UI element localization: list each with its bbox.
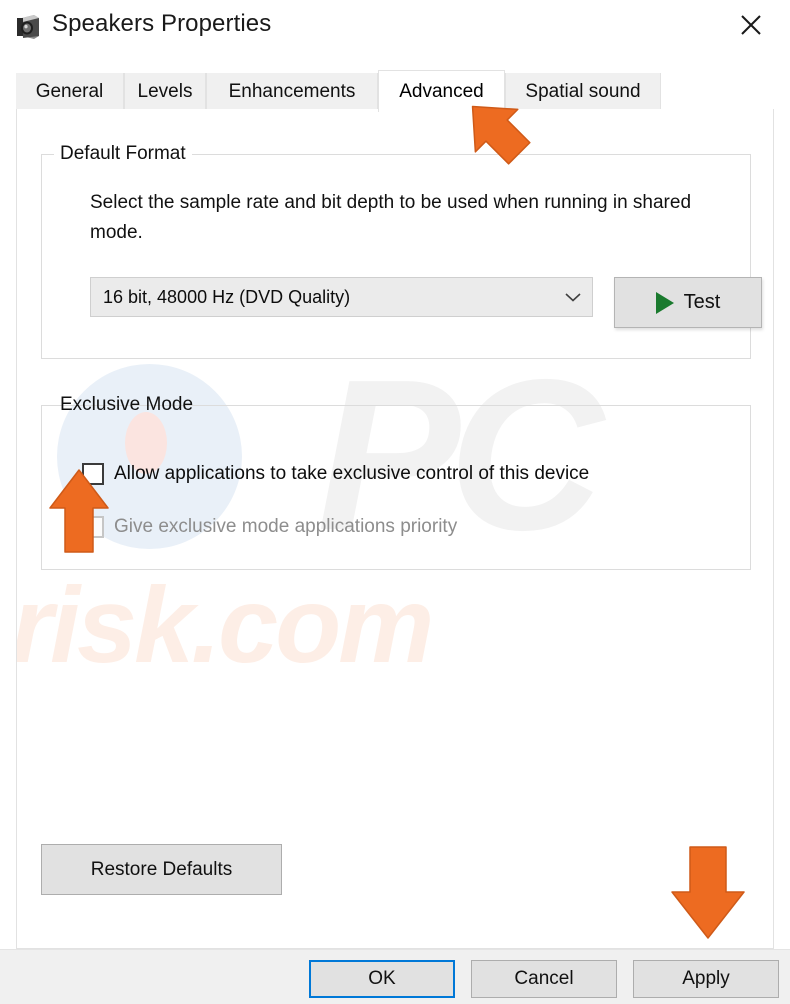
ok-button[interactable]: OK [309, 960, 455, 998]
dialog-footer: OK Cancel Apply [0, 949, 790, 1004]
tab-enhancements[interactable]: Enhancements [206, 73, 378, 110]
test-button[interactable]: Test [614, 277, 762, 328]
restore-defaults-button[interactable]: Restore Defaults [41, 844, 282, 895]
apply-button-label: Apply [682, 968, 730, 989]
play-icon [655, 291, 674, 314]
watermark-secondary-text: risk.com [17, 564, 434, 685]
ok-button-label: OK [368, 968, 396, 989]
tab-general-label: General [35, 80, 104, 102]
sample-rate-combobox[interactable]: 16 bit, 48000 Hz (DVD Quality) [90, 277, 593, 317]
chevron-down-icon [554, 291, 592, 303]
tab-enhancements-label: Enhancements [228, 80, 356, 102]
tab-advanced[interactable]: Advanced [378, 70, 505, 112]
tab-general[interactable]: General [16, 73, 124, 110]
speakers-properties-dialog: Speakers Properties General Levels Enhan… [0, 0, 790, 1004]
tab-spatial-sound-label: Spatial sound [525, 80, 641, 102]
exclusive-mode-group: Exclusive Mode Allow applications to tak… [41, 394, 751, 570]
tab-levels-label: Levels [137, 80, 193, 102]
tab-spatial-sound[interactable]: Spatial sound [505, 73, 661, 110]
test-button-label: Test [683, 291, 721, 313]
checkbox-box-icon [82, 463, 104, 485]
give-priority-label: Give exclusive mode applications priorit… [114, 516, 458, 537]
default-format-group: Default Format Select the sample rate an… [41, 143, 762, 359]
default-format-group-label: Default Format [54, 143, 192, 165]
apply-button[interactable]: Apply [633, 960, 779, 998]
restore-defaults-label: Restore Defaults [90, 858, 233, 880]
close-icon[interactable] [720, 0, 782, 50]
tab-levels[interactable]: Levels [124, 73, 206, 110]
tab-strip: General Levels Enhancements Advanced Spa… [16, 70, 774, 112]
advanced-tab-panel: PC risk.com Default Format Select the sa… [16, 109, 774, 949]
checkbox-box-disabled-icon [82, 516, 104, 538]
sample-rate-value: 16 bit, 48000 Hz (DVD Quality) [103, 286, 351, 307]
window-title: Speakers Properties [52, 10, 272, 37]
cancel-button[interactable]: Cancel [471, 960, 617, 998]
cancel-button-label: Cancel [514, 968, 574, 989]
exclusive-mode-group-label: Exclusive Mode [60, 394, 194, 415]
title-bar: Speakers Properties [0, 0, 790, 55]
speaker-icon [14, 13, 42, 41]
allow-exclusive-control-label: Allow applications to take exclusive con… [114, 463, 590, 484]
allow-exclusive-control-checkbox[interactable]: Allow applications to take exclusive con… [82, 463, 589, 485]
default-format-description: Select the sample rate and bit depth to … [90, 192, 692, 243]
give-priority-checkbox: Give exclusive mode applications priorit… [82, 516, 457, 538]
tab-advanced-label: Advanced [399, 80, 484, 102]
